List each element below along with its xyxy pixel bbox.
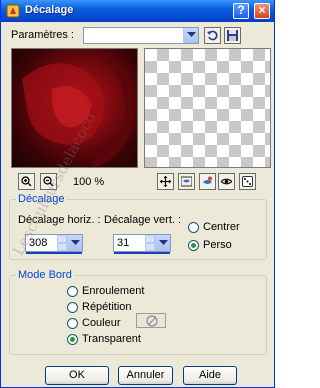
zoom-level: 100 % [73, 176, 105, 188]
cancel-button[interactable]: Annuler [118, 366, 173, 385]
proof-button[interactable] [178, 173, 195, 190]
close-button[interactable]: × [254, 3, 270, 19]
decrement-button[interactable] [57, 243, 67, 251]
params-dropdown[interactable] [83, 27, 199, 44]
close-icon: × [258, 3, 266, 17]
center-radio[interactable] [188, 222, 199, 233]
help-button[interactable]: Aide [183, 366, 237, 385]
edge-mode-legend: Mode Bord [16, 269, 74, 281]
zoom-in-icon [21, 176, 32, 187]
repeat-radio-label: Répétition [82, 301, 132, 313]
params-label: Paramètres : [11, 29, 74, 41]
vertical-offset-field[interactable]: 31 [113, 234, 171, 254]
app-icon [6, 4, 20, 18]
horizontal-spinner[interactable] [57, 235, 67, 251]
horizontal-offset-label: Décalage horiz. : [18, 214, 101, 226]
vertical-spinner[interactable] [145, 235, 155, 251]
repeat-radio[interactable] [67, 302, 78, 313]
color-swatch[interactable] [136, 313, 166, 328]
reset-button[interactable] [204, 27, 221, 44]
title-bar[interactable]: Décalage ? × [1, 0, 274, 22]
transparent-radio-label: Transparent [82, 333, 141, 345]
chevron-down-icon[interactable] [155, 235, 170, 251]
eye-icon [221, 178, 232, 185]
increment-button[interactable] [57, 235, 67, 243]
move-arrows-icon [160, 176, 171, 187]
proof-eye-icon [181, 176, 192, 187]
window-title: Décalage [25, 4, 74, 16]
help-title-button[interactable]: ? [233, 3, 249, 19]
chevron-down-icon[interactable] [183, 28, 198, 43]
wrap-radio-label: Enroulement [82, 285, 145, 297]
horizontal-offset-value: 308 [29, 237, 48, 249]
slider-track[interactable] [114, 252, 170, 254]
pan-button[interactable] [157, 173, 174, 190]
center-radio-label: Centrer [203, 221, 240, 233]
auto-proof-button[interactable] [199, 173, 216, 190]
offset-group-legend: Décalage [16, 193, 67, 205]
increment-button[interactable] [145, 235, 155, 243]
ok-button[interactable]: OK [45, 366, 109, 385]
dice-icon [242, 176, 253, 187]
result-preview[interactable] [144, 48, 271, 168]
visibility-button[interactable] [218, 173, 235, 190]
offset-dialog: Décalage ? × Paramètres : 100 % Décalage… [0, 0, 275, 388]
color-radio-label: Couleur [82, 317, 121, 329]
custom-radio[interactable] [188, 240, 199, 251]
floppy-disk-icon [227, 30, 238, 41]
no-color-icon [146, 315, 158, 327]
save-preset-button[interactable] [224, 27, 241, 44]
vertical-offset-value: 31 [117, 237, 130, 249]
slider-track[interactable] [26, 252, 82, 254]
zoom-in-button[interactable] [18, 173, 35, 190]
undo-arrow-icon [207, 30, 218, 41]
zoom-out-icon [43, 176, 54, 187]
help-icon: ? [237, 3, 245, 17]
source-preview[interactable] [11, 48, 138, 168]
wrap-radio[interactable] [67, 286, 78, 297]
chevron-down-icon[interactable] [67, 235, 82, 251]
horizontal-offset-field[interactable]: 308 [25, 234, 83, 254]
zoom-out-button[interactable] [40, 173, 57, 190]
auto-proof-icon [203, 176, 212, 184]
color-radio[interactable] [67, 318, 78, 329]
rose-image [22, 51, 135, 168]
vertical-offset-label: Décalage vert. : [104, 214, 182, 226]
decrement-button[interactable] [145, 243, 155, 251]
randomize-button[interactable] [239, 173, 256, 190]
custom-radio-label: Perso [203, 239, 232, 251]
transparent-radio[interactable] [67, 334, 78, 345]
